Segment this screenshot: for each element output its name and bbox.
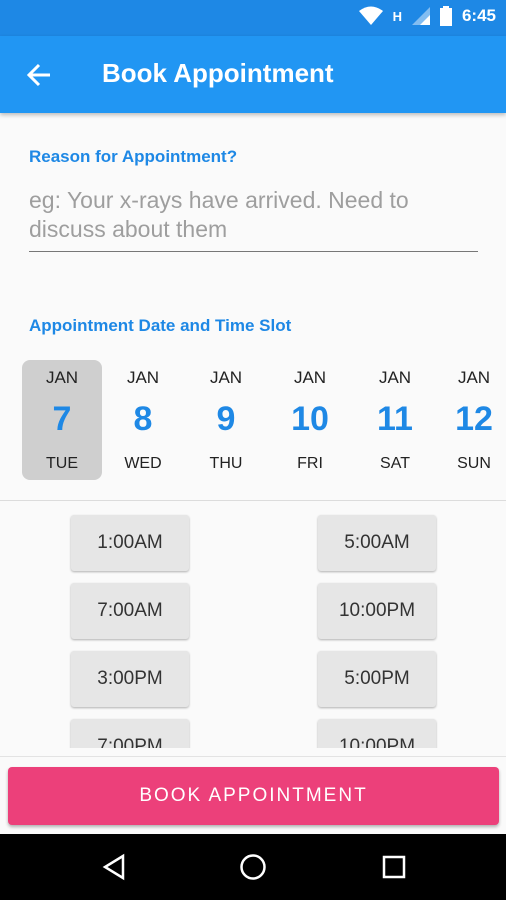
- date-day: 10: [291, 400, 329, 438]
- time-slot-grid[interactable]: 1:00AM 7:00AM 3:00PM 7:00PM 5:00AM 10:00…: [0, 502, 506, 748]
- date-weekday: TUE: [46, 455, 78, 472]
- reason-label: Reason for Appointment?: [29, 147, 238, 166]
- date-day: 7: [52, 400, 72, 438]
- circle-home-icon: [240, 854, 266, 880]
- date-strip[interactable]: JAN 7 TUE JAN 8 WED JAN 9 THU JAN 10 FRI…: [0, 360, 506, 480]
- date-month: JAN: [45, 368, 79, 387]
- date-item-jan-10[interactable]: JAN 10 FRI: [270, 360, 350, 480]
- date-item-jan-12[interactable]: JAN 12 SUN: [434, 360, 506, 480]
- time-slot-button[interactable]: 5:00AM: [318, 515, 436, 571]
- date-item-jan-7[interactable]: JAN 7 TUE: [22, 360, 102, 480]
- date-month: JAN: [457, 368, 491, 387]
- time-slot-button[interactable]: 10:00PM: [318, 583, 436, 639]
- nav-back-button[interactable]: [98, 851, 130, 883]
- back-arrow-icon: [26, 63, 50, 87]
- wifi-icon: [358, 6, 383, 25]
- date-day: 11: [377, 400, 413, 438]
- date-weekday: SAT: [380, 455, 410, 472]
- system-nav-bar: [0, 834, 506, 900]
- time-slot-button[interactable]: 5:00PM: [318, 651, 436, 707]
- schedule-label: Appointment Date and Time Slot: [29, 316, 292, 335]
- signal-icon: [411, 7, 430, 25]
- page-title: Book Appointment: [102, 58, 334, 88]
- date-day: 9: [216, 400, 236, 438]
- date-weekday: FRI: [297, 455, 323, 472]
- time-slot-button[interactable]: 3:00PM: [71, 651, 189, 707]
- time-slot-button[interactable]: 10:00PM: [318, 719, 436, 748]
- back-button[interactable]: [22, 58, 56, 92]
- time-slot-button[interactable]: 7:00PM: [71, 719, 189, 748]
- date-item-jan-11[interactable]: JAN 11 SAT: [355, 360, 435, 480]
- date-month: JAN: [126, 368, 160, 387]
- network-type-label: H: [392, 8, 402, 24]
- book-appointment-button[interactable]: BOOK APPOINTMENT: [8, 767, 499, 825]
- nav-home-button[interactable]: [237, 851, 269, 883]
- date-weekday: WED: [124, 455, 162, 472]
- reason-input[interactable]: [29, 186, 478, 252]
- status-bar: H 6:45: [0, 0, 506, 36]
- date-weekday: THU: [209, 455, 243, 472]
- date-day: 8: [133, 400, 153, 438]
- time-slot-button[interactable]: 1:00AM: [71, 515, 189, 571]
- clock: 6:45: [461, 6, 496, 25]
- date-item-jan-8[interactable]: JAN 8 WED: [103, 360, 183, 480]
- date-day: 12: [455, 400, 493, 438]
- app-bar: Book Appointment: [0, 36, 506, 113]
- date-month: JAN: [378, 368, 412, 387]
- nav-recents-button[interactable]: [378, 851, 410, 883]
- date-month: JAN: [293, 368, 327, 387]
- divider: [0, 500, 506, 501]
- date-weekday: SUN: [457, 455, 491, 472]
- date-month: JAN: [209, 368, 243, 387]
- date-item-jan-9[interactable]: JAN 9 THU: [186, 360, 266, 480]
- triangle-back-icon: [102, 853, 125, 881]
- battery-icon: [439, 6, 452, 26]
- bottom-action-area: BOOK APPOINTMENT: [0, 756, 506, 834]
- time-slot-button[interactable]: 7:00AM: [71, 583, 189, 639]
- square-recents-icon: [382, 855, 406, 879]
